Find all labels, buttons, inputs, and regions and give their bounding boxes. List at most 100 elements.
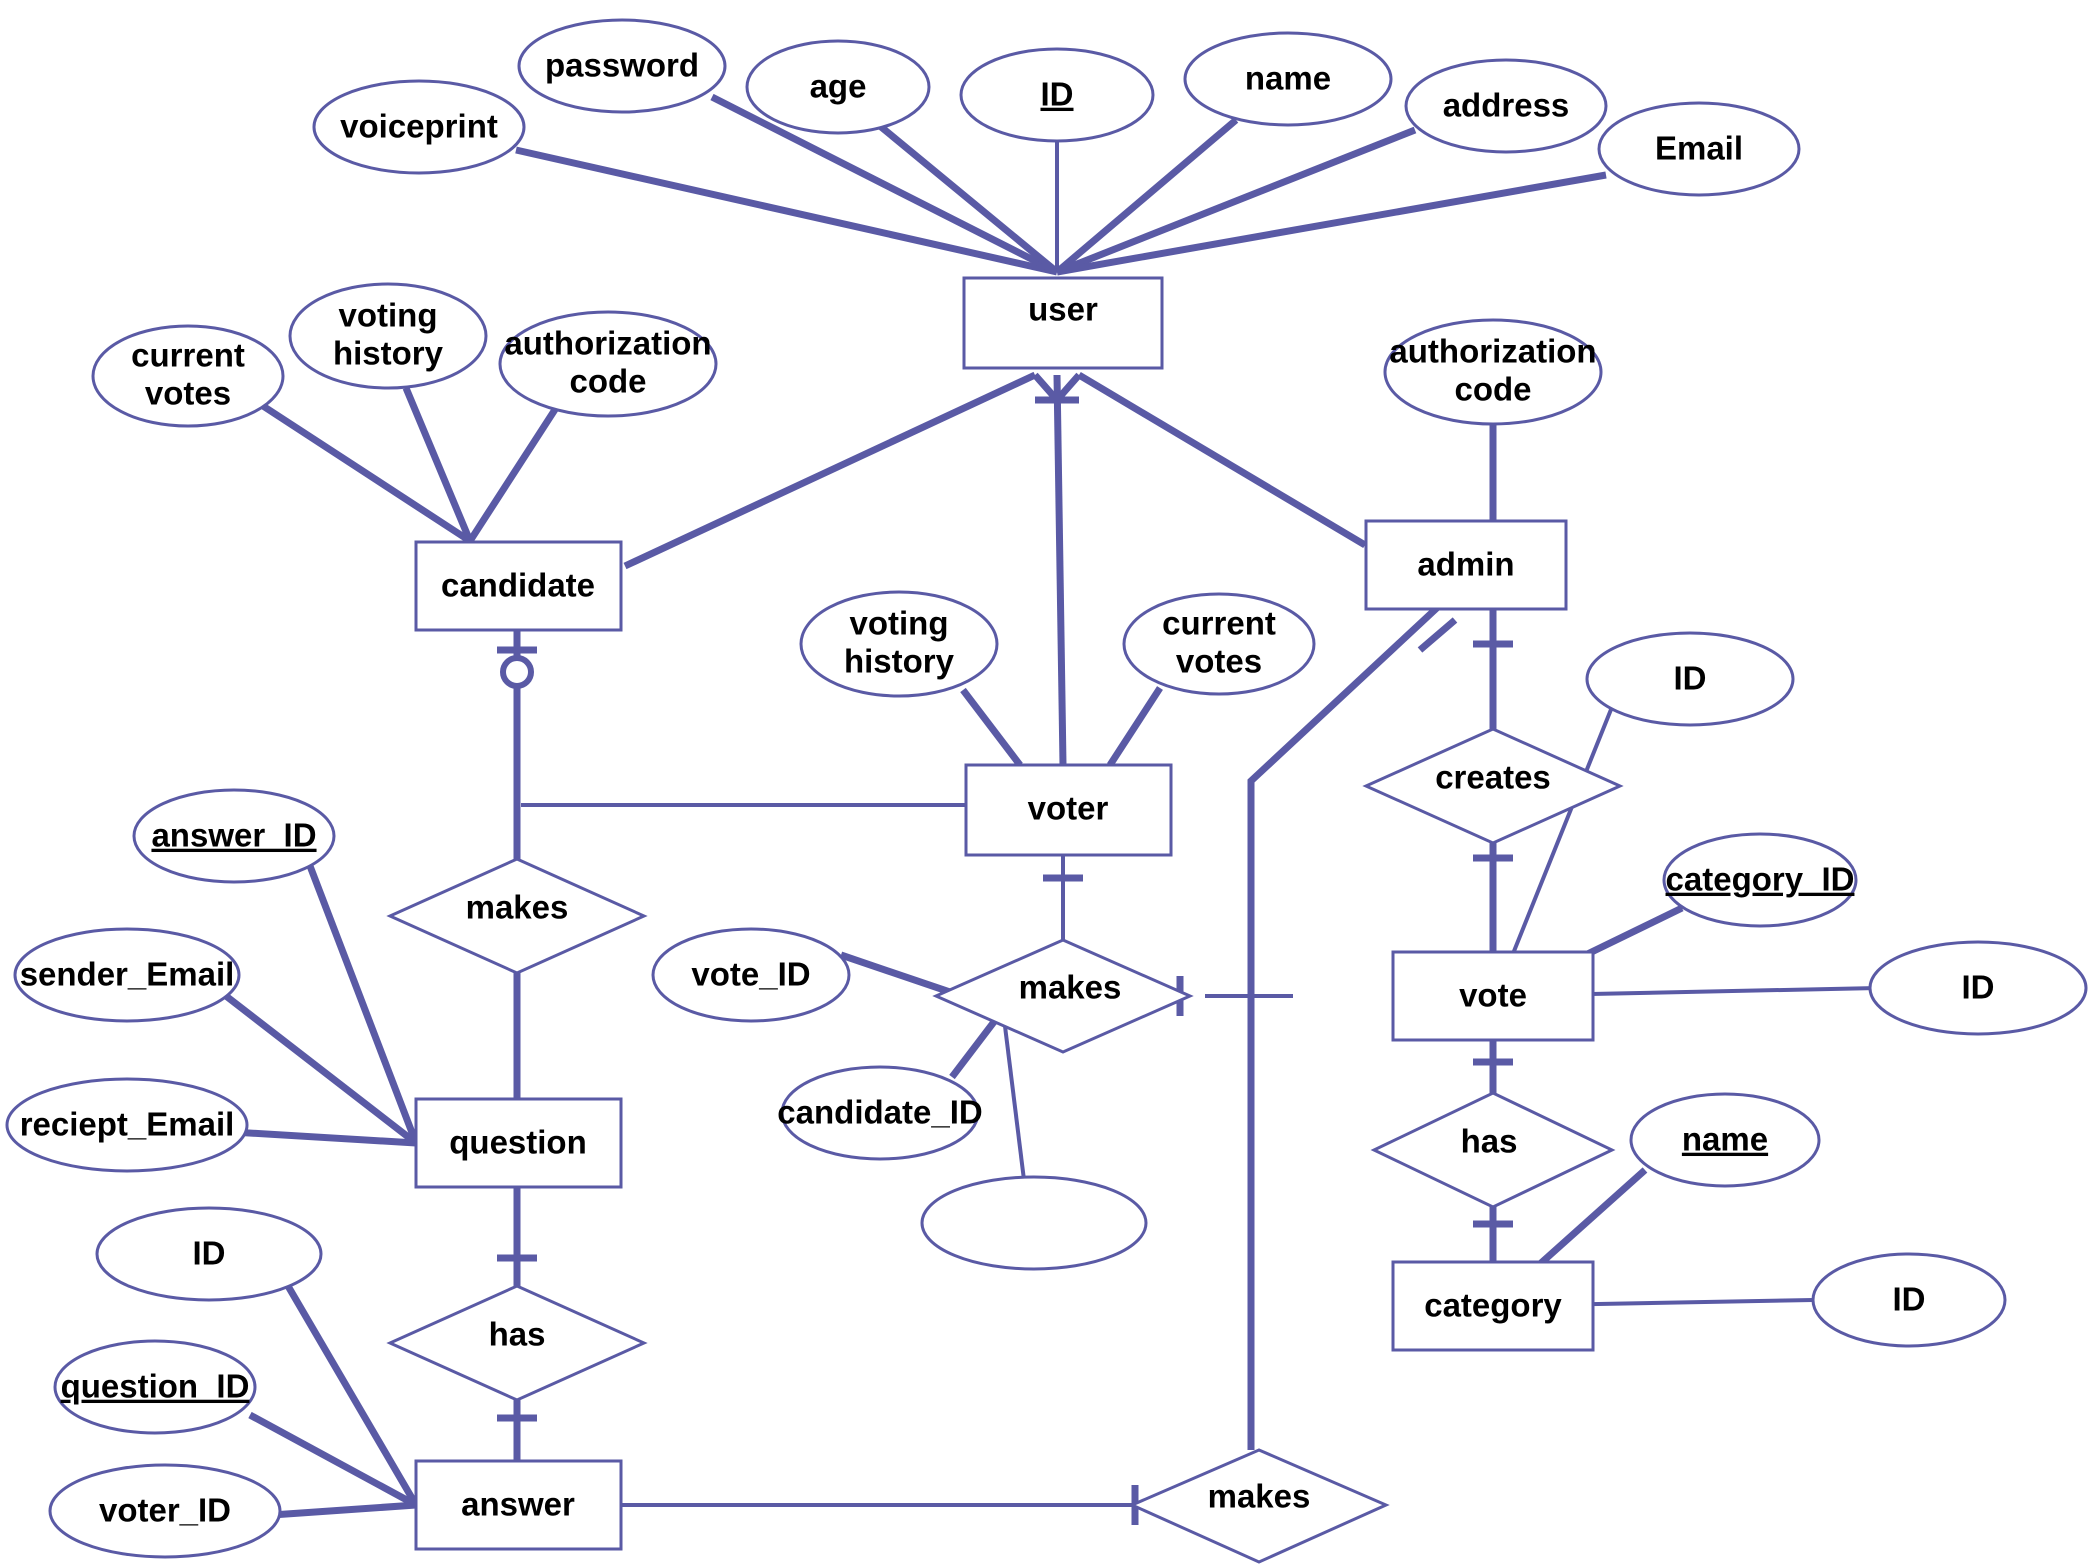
entity-voter-label: voter: [1028, 790, 1109, 827]
attribute-vote-id-fk-label: candidate_ID: [777, 1094, 982, 1131]
attribute-user-name-label: name: [1245, 60, 1331, 97]
attribute-admin-id-label: ID: [1674, 660, 1707, 697]
entity-candidate[interactable]: candidate: [414, 540, 623, 632]
attribute-voter-id-label: vote_ID: [691, 956, 810, 993]
marker-slash-admin: [1417, 617, 1458, 653]
attribute-age[interactable]: age: [745, 39, 931, 135]
edge-candidateid-makesvote: [1001, 1009, 1026, 1181]
attribute-admin-id[interactable]: ID: [1585, 631, 1795, 727]
edge-name-user: [1054, 117, 1239, 275]
attribute-admin-authorization-code-line2: code: [1454, 371, 1531, 408]
attribute-voter-voting-history-line1: voting: [850, 605, 949, 642]
relationship-makes-vote-label: makes: [1019, 969, 1122, 1006]
entity-vote-label: vote: [1459, 977, 1527, 1014]
attribute-user-name[interactable]: name: [1183, 31, 1393, 127]
attribute-answer-pk-id[interactable]: question_ID: [53, 1339, 257, 1435]
attribute-address-label: address: [1443, 87, 1570, 124]
er-diagram-canvas: user candidate admin voter vote question…: [5, 18, 2088, 1564]
attribute-candidate-voting-history-line2: history: [333, 335, 444, 372]
attribute-password-label: password: [545, 47, 699, 84]
attribute-voter-current-votes-line2: votes: [1176, 643, 1262, 680]
attribute-password[interactable]: password: [517, 18, 727, 114]
attribute-candidate-voting-history[interactable]: voting history: [288, 282, 488, 390]
relationship-has-vote-label: has: [1461, 1123, 1518, 1160]
attribute-vote-category-id-label: ID: [1962, 969, 1995, 1006]
attribute-voter-voting-history[interactable]: voting history: [799, 590, 999, 698]
attribute-age-label: age: [810, 68, 867, 105]
edge-senderemail-question: [232, 1128, 417, 1147]
attribute-candidate-voting-history-line1: voting: [339, 297, 438, 334]
entity-user[interactable]: user: [962, 276, 1164, 370]
relationship-creates[interactable]: creates: [1362, 727, 1624, 845]
attribute-admin-authorization-code[interactable]: authorization code: [1383, 318, 1603, 426]
attribute-candidate-id[interactable]: [920, 1175, 1148, 1271]
attribute-email-label: Email: [1655, 130, 1743, 167]
attribute-candidate-current-votes-line2: votes: [145, 375, 231, 412]
edge-questionid-answer: [271, 1501, 417, 1519]
attribute-candidate-current-votes[interactable]: current votes: [91, 324, 285, 428]
attribute-sender-email[interactable]: reciept_Email: [5, 1077, 249, 1173]
attribute-vote-category-id[interactable]: ID: [1868, 940, 2088, 1036]
attribute-voter-id[interactable]: vote_ID: [651, 927, 851, 1023]
edge-user-candidate: [623, 371, 1037, 570]
attribute-answer-id[interactable]: sender_Email: [13, 927, 241, 1023]
entity-admin[interactable]: admin: [1364, 519, 1568, 611]
edge-voter-history: [960, 687, 1023, 768]
relationship-makes-answer-label: makes: [1208, 1478, 1311, 1515]
attribute-category-name-label: ID: [1893, 1281, 1926, 1318]
edge-candidate-authcode: [467, 406, 559, 543]
attribute-answer-id-label: sender_Email: [20, 956, 235, 993]
entity-admin-label: admin: [1417, 546, 1514, 583]
relationship-creates-label: creates: [1435, 759, 1551, 796]
attribute-candidate-current-votes-line1: current: [131, 337, 245, 374]
entity-candidate-label: candidate: [441, 567, 595, 604]
attribute-reciept-email-label: ID: [193, 1235, 226, 1272]
edge-address-user: [1055, 126, 1417, 276]
attribute-voter-voting-history-line2: history: [844, 643, 955, 680]
entity-category-label: category: [1424, 1287, 1562, 1324]
entity-question-label: question: [449, 1124, 587, 1161]
marker-zero-candidate: [500, 655, 534, 689]
attribute-candidate-authorization-code-line2: code: [569, 363, 646, 400]
attribute-vote-id-fk[interactable]: candidate_ID: [777, 1065, 983, 1161]
relationship-makes-vote[interactable]: makes: [932, 938, 1194, 1054]
entity-answer[interactable]: answer: [414, 1459, 623, 1551]
relationship-has-question-label: has: [489, 1316, 546, 1353]
relationship-makes-question-label: makes: [466, 889, 569, 926]
attribute-candidate-id-ellipse[interactable]: [920, 1175, 1148, 1271]
attribute-category-name[interactable]: ID: [1811, 1252, 2007, 1348]
attribute-question-id-fk-label: voter_ID: [99, 1492, 231, 1529]
attribute-question-id-fk[interactable]: voter_ID: [48, 1463, 282, 1559]
entity-category[interactable]: category: [1391, 1260, 1595, 1352]
attribute-answer-pk-id-label: question_ID: [61, 1368, 250, 1405]
relationship-makes-answer[interactable]: makes: [1128, 1448, 1390, 1564]
entity-question[interactable]: question: [414, 1097, 623, 1189]
attribute-admin-authorization-code-line1: authorization: [1389, 333, 1596, 370]
attribute-category-id-label: name: [1682, 1121, 1768, 1158]
attribute-address[interactable]: address: [1404, 58, 1608, 154]
attribute-voiceprint-label: voiceprint: [340, 108, 498, 145]
attribute-question-id[interactable]: answer_ID: [132, 788, 336, 884]
entity-vote[interactable]: vote: [1391, 950, 1595, 1042]
entity-voter[interactable]: voter: [964, 763, 1173, 857]
attribute-vote-id[interactable]: category_ID: [1662, 832, 1858, 928]
attribute-voter-current-votes[interactable]: current votes: [1122, 592, 1316, 696]
attribute-email[interactable]: Email: [1597, 101, 1801, 197]
attribute-reciept-email[interactable]: ID: [95, 1206, 323, 1302]
attribute-category-id[interactable]: name: [1629, 1092, 1821, 1188]
entity-answer-label: answer: [461, 1486, 575, 1523]
relationship-has-question[interactable]: has: [386, 1284, 648, 1402]
attribute-question-id-label: answer_ID: [151, 817, 316, 854]
attribute-candidate-authorization-code[interactable]: authorization code: [498, 310, 718, 418]
entity-user-label: user: [1028, 291, 1098, 328]
relationship-has-vote[interactable]: has: [1370, 1091, 1616, 1209]
edge-voter-currvotes: [1107, 686, 1163, 767]
edge-user-admin: [1077, 371, 1367, 549]
attribute-voiceprint[interactable]: voiceprint: [312, 79, 526, 175]
attribute-user-id[interactable]: ID: [959, 47, 1155, 143]
cardinality-marker-layer: [497, 372, 1513, 1525]
relationship-makes-question[interactable]: makes: [386, 857, 648, 975]
attribute-candidate-authorization-code-line1: authorization: [504, 325, 711, 362]
attribute-voter-current-votes-line1: current: [1162, 605, 1276, 642]
attribute-vote-id-label: category_ID: [1666, 861, 1855, 898]
